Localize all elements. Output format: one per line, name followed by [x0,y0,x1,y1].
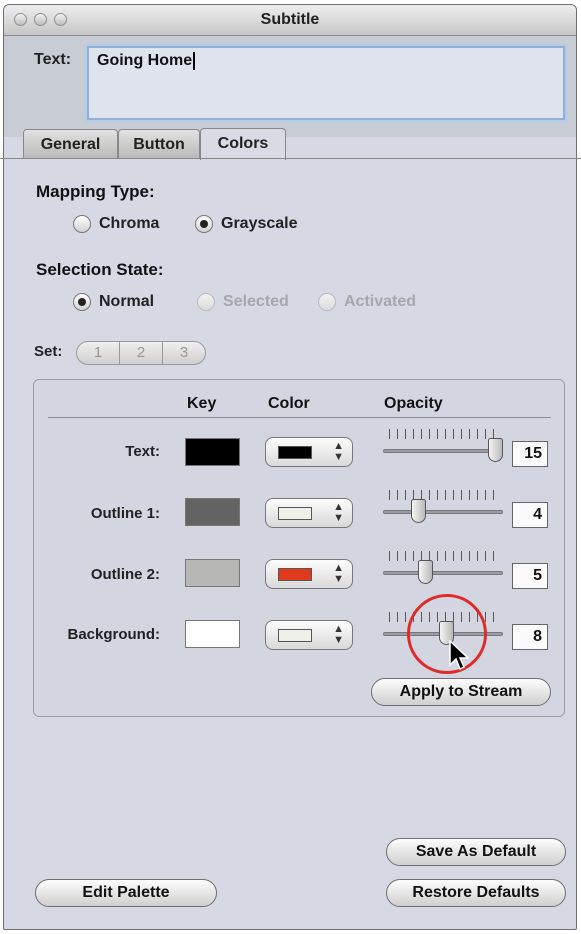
radio-selected-button [197,293,215,311]
row-background-color-swatch [278,629,312,642]
row-outline1-opacity-track[interactable] [383,510,503,514]
tab-button[interactable]: Button [118,129,200,159]
radio-chroma-button[interactable] [73,215,91,233]
radio-activated-button [318,293,336,311]
subtitle-text-input[interactable]: Going Home [87,46,565,120]
set-label: Set: [34,343,63,360]
apply-to-stream-button[interactable]: Apply to Stream [371,678,551,706]
radio-normal-label: Normal [99,293,155,310]
title-bar: Subtitle [4,5,576,36]
table-header-divider [48,417,551,418]
radio-selected-label: Selected [223,293,289,310]
tab-colors[interactable]: Colors [200,128,286,160]
radio-normal-button[interactable] [73,293,91,311]
opacity-column-header: Opacity [384,395,443,412]
row-outline2-opacity-track[interactable] [383,571,503,575]
row-background-color-popup[interactable]: ▲ ▼ [265,620,353,650]
row-text-key-swatch[interactable] [185,438,240,466]
restore-defaults-button[interactable]: Restore Defaults [386,879,566,907]
row-outline2-color-popup[interactable]: ▲ ▼ [265,559,353,589]
text-caret [193,52,196,70]
row-text-opacity-track[interactable] [383,449,503,453]
text-field-label: Text: [34,51,72,68]
row-outline1-opacity-thumb[interactable] [411,499,427,523]
row-outline1-opacity-value[interactable]: 4 [512,502,548,528]
row-outline1-key-swatch[interactable] [185,498,240,526]
radio-grayscale-label: Grayscale [221,215,298,232]
row-outline2-label: Outline 2: [90,566,160,583]
radio-chroma-label: Chroma [99,215,160,232]
key-column-header: Key [187,395,217,412]
row-outline2-opacity-value[interactable]: 5 [512,563,548,589]
color-column-header: Color [268,395,310,412]
radio-activated-label: Activated [344,293,417,310]
row-outline2-slider-ticks [389,551,499,561]
row-text-opacity-value[interactable]: 15 [512,441,548,467]
set-segment-2[interactable]: 2 [119,341,163,365]
row-text-color-popup[interactable]: ▲ ▼ [265,437,353,467]
radio-grayscale-button[interactable] [195,215,213,233]
window-title: Subtitle [260,11,320,28]
selection-state-label: Selection State: [36,260,164,279]
save-as-default-button[interactable]: Save As Default [386,838,566,866]
popup-arrows-icon: ▲ ▼ [333,440,344,463]
row-outline1-color-swatch [278,507,312,520]
popup-arrows-icon: ▲ ▼ [333,501,344,524]
row-text-slider-ticks [389,429,499,439]
row-background-label: Background: [67,626,160,643]
row-text-label: Text: [125,443,160,460]
popup-arrows-icon: ▲ ▼ [333,562,344,585]
row-outline2-opacity-thumb[interactable] [417,560,433,584]
tab-divider [0,158,581,159]
row-outline2-key-swatch[interactable] [185,559,240,587]
row-outline1-color-popup[interactable]: ▲ ▼ [265,498,353,528]
set-segment-3[interactable]: 3 [162,341,206,365]
row-outline2-color-swatch [278,568,312,581]
row-text-opacity-thumb[interactable] [488,438,503,462]
set-segment-1[interactable]: 1 [76,341,120,365]
mapping-type-label: Mapping Type: [36,182,155,201]
row-outline1-slider-ticks [389,490,499,500]
subtitle-text-value: Going Home [97,52,193,70]
row-text-color-swatch [278,446,312,459]
row-background-key-swatch[interactable] [185,620,240,648]
row-outline1-label: Outline 1: [90,505,160,522]
tab-general[interactable]: General [23,129,118,159]
red-circle-highlight [407,594,487,674]
edit-palette-button[interactable]: Edit Palette [35,879,217,907]
row-background-opacity-value[interactable]: 8 [512,624,548,650]
arrow-cursor-icon [449,640,470,671]
popup-arrows-icon: ▲ ▼ [333,623,344,646]
